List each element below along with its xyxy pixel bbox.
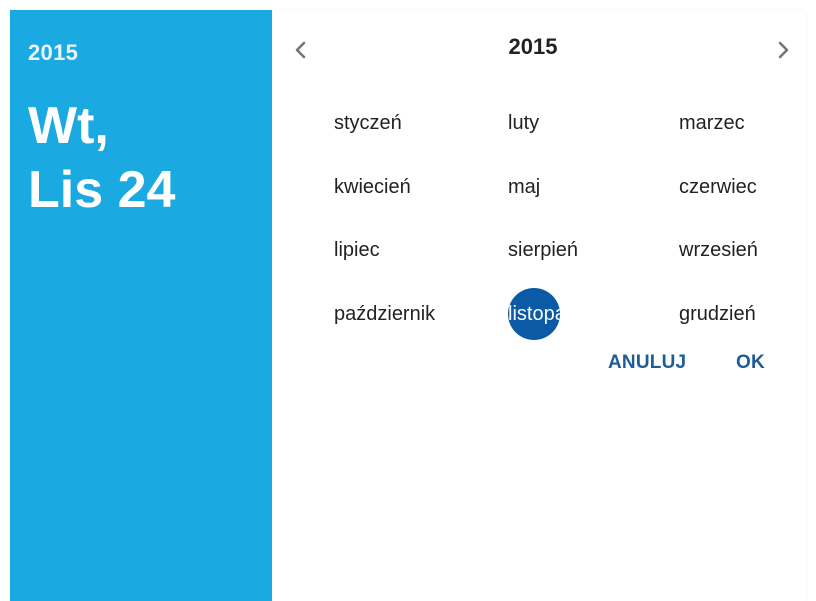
month-june[interactable]: czerwiec: [679, 173, 757, 201]
month-december[interactable]: grudzień: [679, 300, 756, 328]
chevron-right-icon: [778, 41, 789, 59]
month-october[interactable]: październik: [334, 300, 435, 328]
chevron-left-icon: [295, 41, 306, 59]
month-may[interactable]: maj: [508, 173, 540, 201]
header-day: Lis 24: [28, 161, 176, 219]
date-header-panel: 2015 Wt, Lis 24: [10, 10, 272, 601]
next-year-button[interactable]: [770, 36, 798, 64]
month-july[interactable]: lipiec: [334, 236, 380, 264]
month-march[interactable]: marzec: [679, 109, 745, 137]
month-november-selected[interactable]: listopad: [508, 288, 560, 340]
previous-year-button[interactable]: [286, 36, 314, 64]
month-september[interactable]: wrzesień: [679, 236, 758, 264]
month-april[interactable]: kwiecień: [334, 173, 411, 201]
ok-button[interactable]: OK: [736, 349, 765, 377]
month-february[interactable]: luty: [508, 109, 539, 137]
header-weekday: Wt,: [28, 97, 109, 155]
navigator-year-label: 2015: [508, 34, 558, 59]
month-august[interactable]: sierpień: [508, 236, 578, 264]
cancel-button[interactable]: ANULUJ: [608, 349, 686, 377]
header-selected-date: Wt, Lis 24: [28, 94, 175, 222]
month-january[interactable]: styczeń: [334, 109, 402, 137]
header-year[interactable]: 2015: [28, 40, 78, 66]
